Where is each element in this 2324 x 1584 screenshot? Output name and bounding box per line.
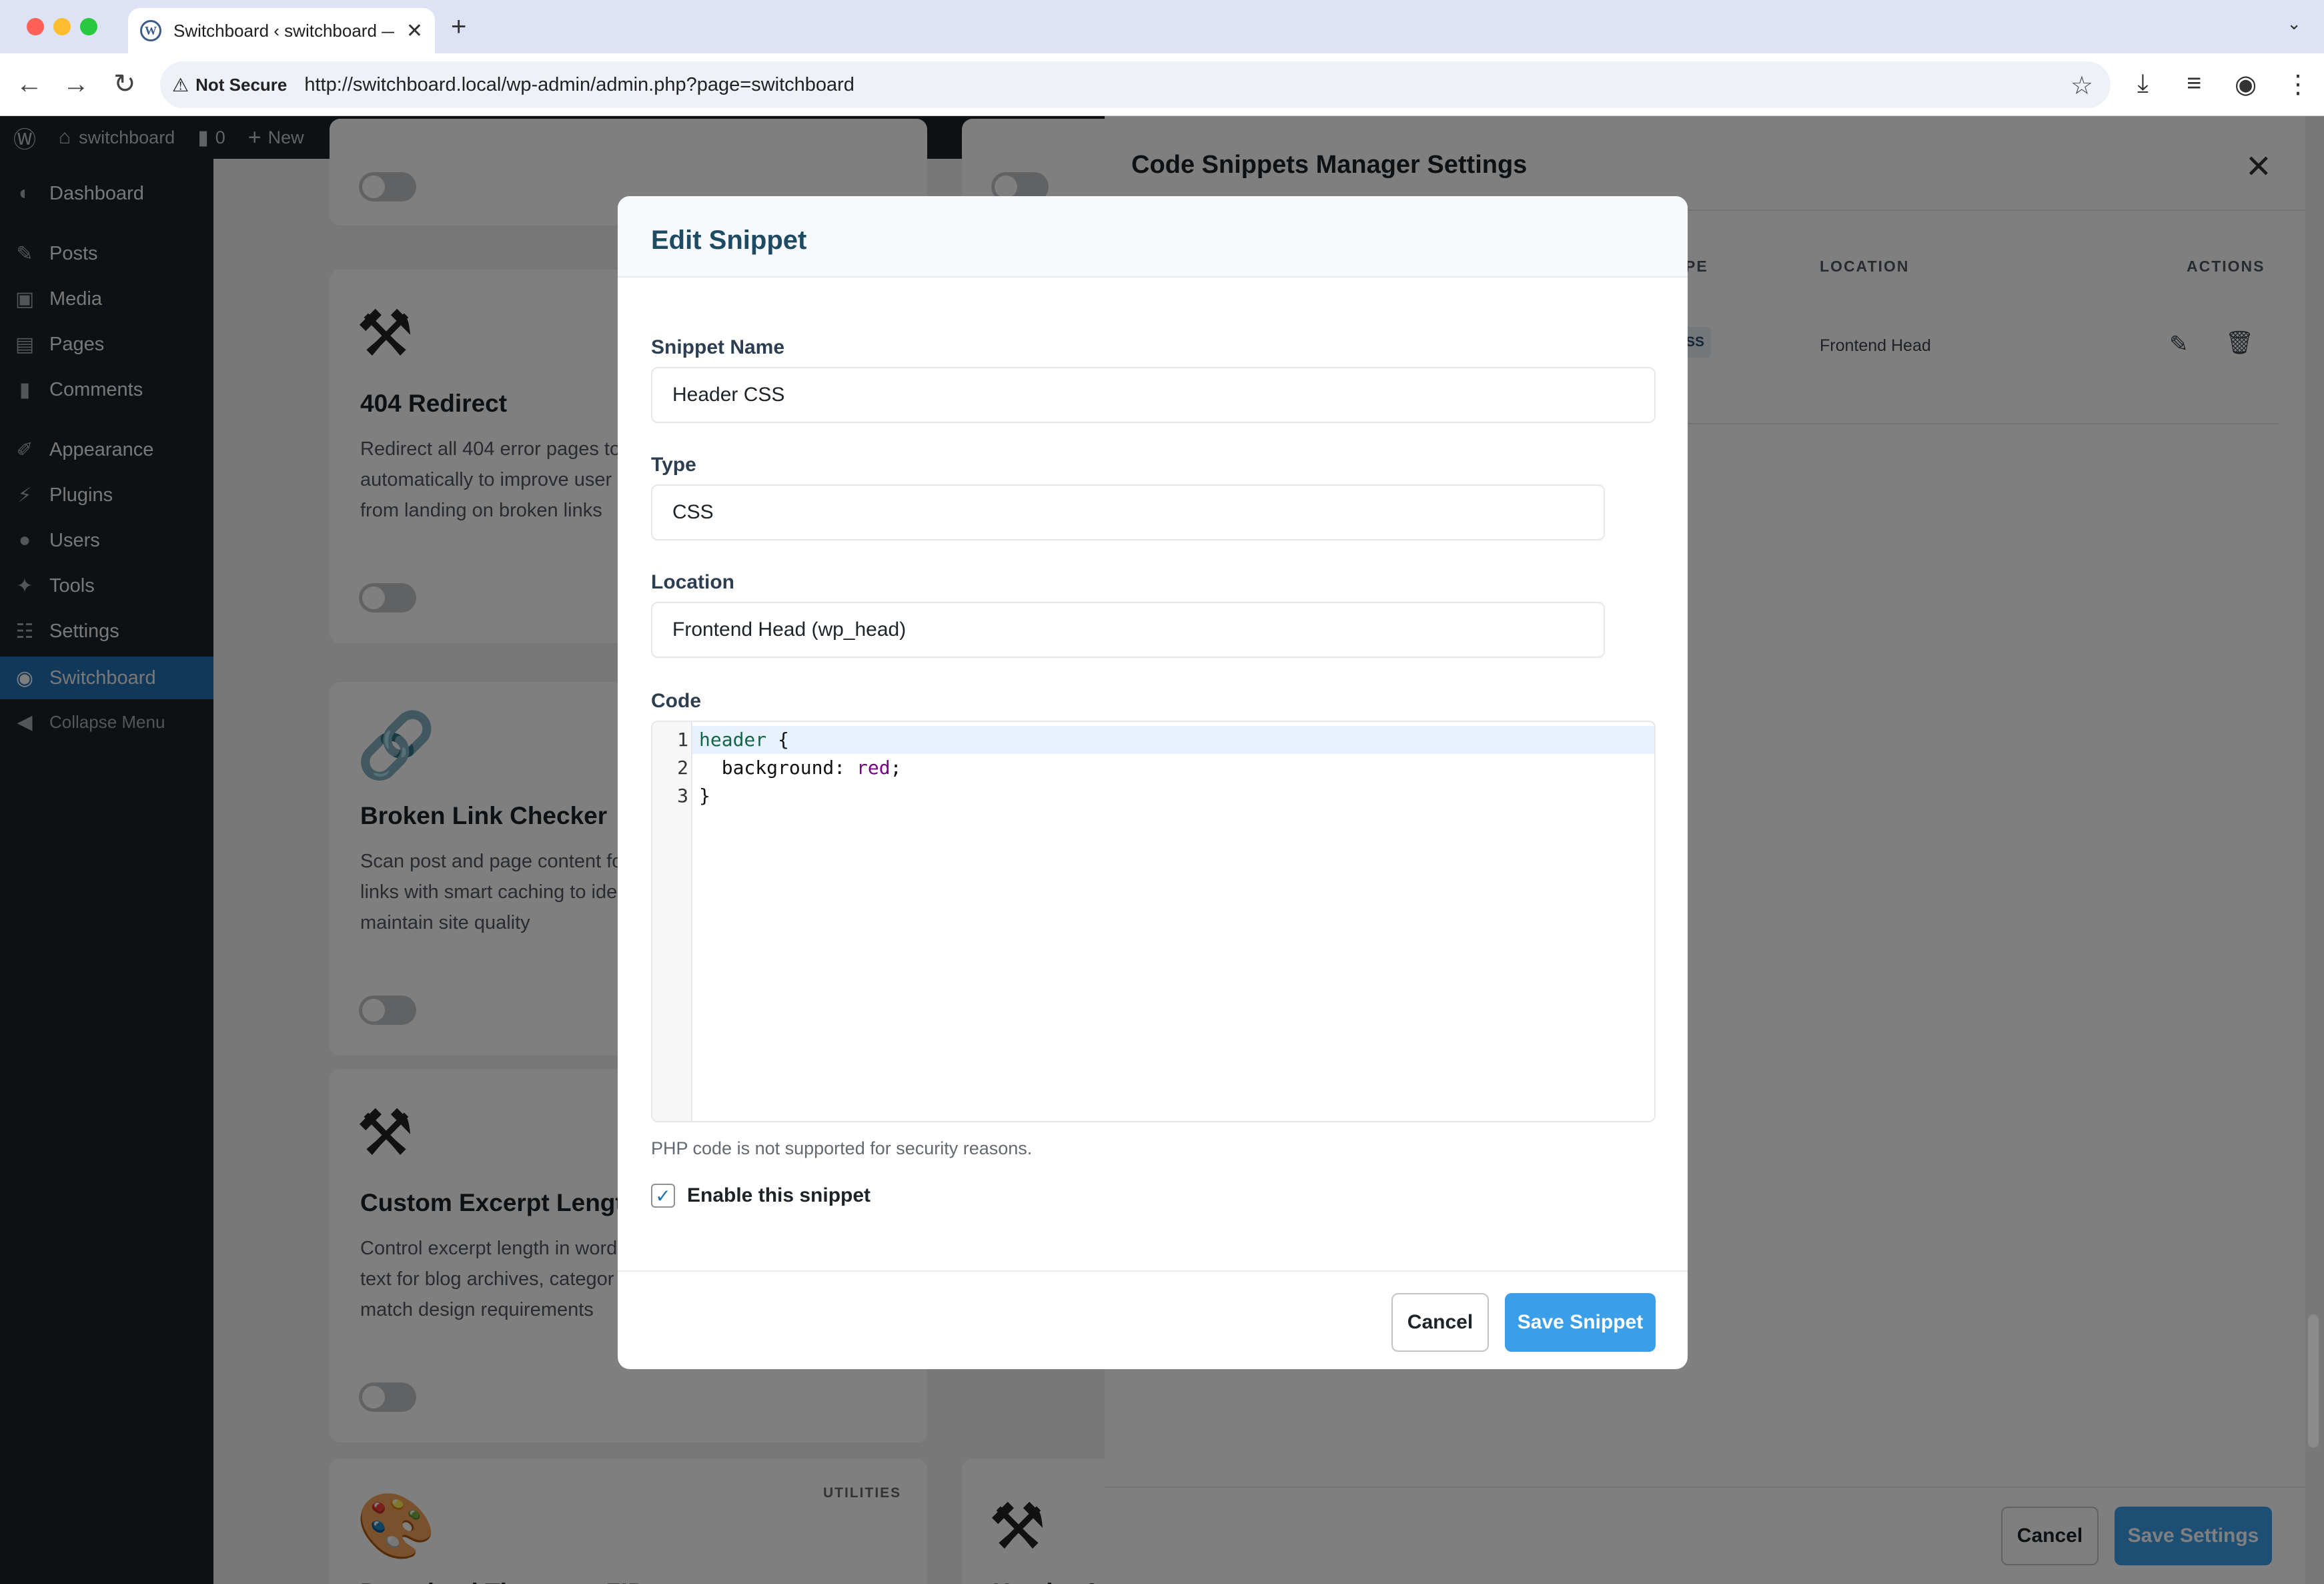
media-control-icon[interactable]: ≡ — [2187, 69, 2201, 98]
warning-icon: ⚠ — [172, 74, 189, 95]
active-line-highlight — [692, 726, 1654, 754]
bookmark-star-icon[interactable]: ☆ — [2071, 71, 2093, 101]
security-label[interactable]: Not Secure — [195, 75, 287, 95]
wordpress-icon: W — [140, 20, 161, 41]
enable-snippet-checkbox[interactable]: ✓ — [651, 1184, 675, 1208]
new-tab-icon[interactable]: + — [451, 12, 466, 42]
css-value: red — [856, 757, 891, 779]
code-line-1[interactable]: header { — [699, 729, 789, 751]
browser-tab[interactable]: W Switchboard ‹ switchboard — ✕ — [128, 8, 435, 53]
address-bar[interactable]: ⚠ Not Secure http://switchboard.local/wp… — [160, 61, 2111, 108]
code-label: Code — [651, 690, 701, 712]
page-scrollbar[interactable] — [2308, 1314, 2319, 1448]
line-number: 1 — [677, 729, 688, 751]
snippet-name-label: Snippet Name — [651, 336, 785, 358]
type-label: Type — [651, 454, 696, 476]
location-label: Location — [651, 571, 734, 593]
modal-header: Edit Snippet — [618, 196, 1688, 278]
line-number: 2 — [677, 757, 688, 779]
line-number-gutter: 1 2 3 — [652, 722, 692, 1121]
minimize-window-button[interactable] — [53, 18, 71, 35]
code-text: { — [766, 729, 789, 751]
back-icon[interactable]: ← — [16, 68, 43, 100]
location-select[interactable]: Frontend Head (wp_head) — [651, 602, 1605, 658]
snippet-name-input[interactable]: Header CSS — [651, 367, 1656, 423]
browser-toolbar: ← → ↻ ⚠ Not Secure http://switchboard.lo… — [0, 53, 2324, 116]
tab-title: Switchboard ‹ switchboard — — [173, 20, 394, 41]
profile-icon[interactable]: ◉ — [2235, 69, 2257, 99]
type-select[interactable]: CSS — [651, 484, 1605, 540]
edit-snippet-modal: Edit Snippet Snippet Name Header CSS Typ… — [618, 196, 1688, 1369]
cancel-button[interactable]: Cancel — [1391, 1293, 1489, 1352]
code-text: ; — [890, 757, 902, 779]
code-line-3[interactable]: } — [699, 785, 710, 807]
download-icon[interactable]: ⤓ — [2137, 69, 2149, 98]
code-line-2[interactable]: background: red; — [699, 757, 902, 779]
browser-tab-bar: W Switchboard ‹ switchboard — ✕ + ⌄ — [0, 0, 2324, 53]
close-window-button[interactable] — [27, 18, 44, 35]
reload-icon[interactable]: ↻ — [113, 68, 136, 100]
php-warning-note: PHP code is not supported for security r… — [651, 1138, 1033, 1158]
modal-title: Edit Snippet — [651, 226, 807, 255]
forward-icon[interactable]: → — [63, 68, 89, 100]
save-snippet-button[interactable]: Save Snippet — [1505, 1293, 1656, 1352]
modal-footer: Cancel Save Snippet — [618, 1270, 1688, 1369]
maximize-window-button[interactable] — [80, 18, 97, 35]
page: Ⓦ ⌂ switchboard ▮ 0 + New ◐Dashboard ✎Po… — [0, 116, 2324, 1584]
css-selector: header — [699, 729, 767, 751]
code-text: background: — [699, 757, 857, 779]
chevron-down-icon[interactable]: ⌄ — [2287, 13, 2301, 34]
menu-dots-icon[interactable]: ⋮ — [2285, 69, 2311, 99]
enable-snippet-label[interactable]: Enable this snippet — [687, 1184, 870, 1207]
url-text[interactable]: http://switchboard.local/wp-admin/admin.… — [304, 74, 854, 96]
line-number: 3 — [677, 785, 688, 807]
enable-snippet-row[interactable]: ✓ Enable this snippet — [651, 1184, 870, 1208]
code-editor[interactable]: 1 2 3 header { background: red; } — [651, 721, 1656, 1122]
close-tab-icon[interactable]: ✕ — [406, 19, 423, 43]
